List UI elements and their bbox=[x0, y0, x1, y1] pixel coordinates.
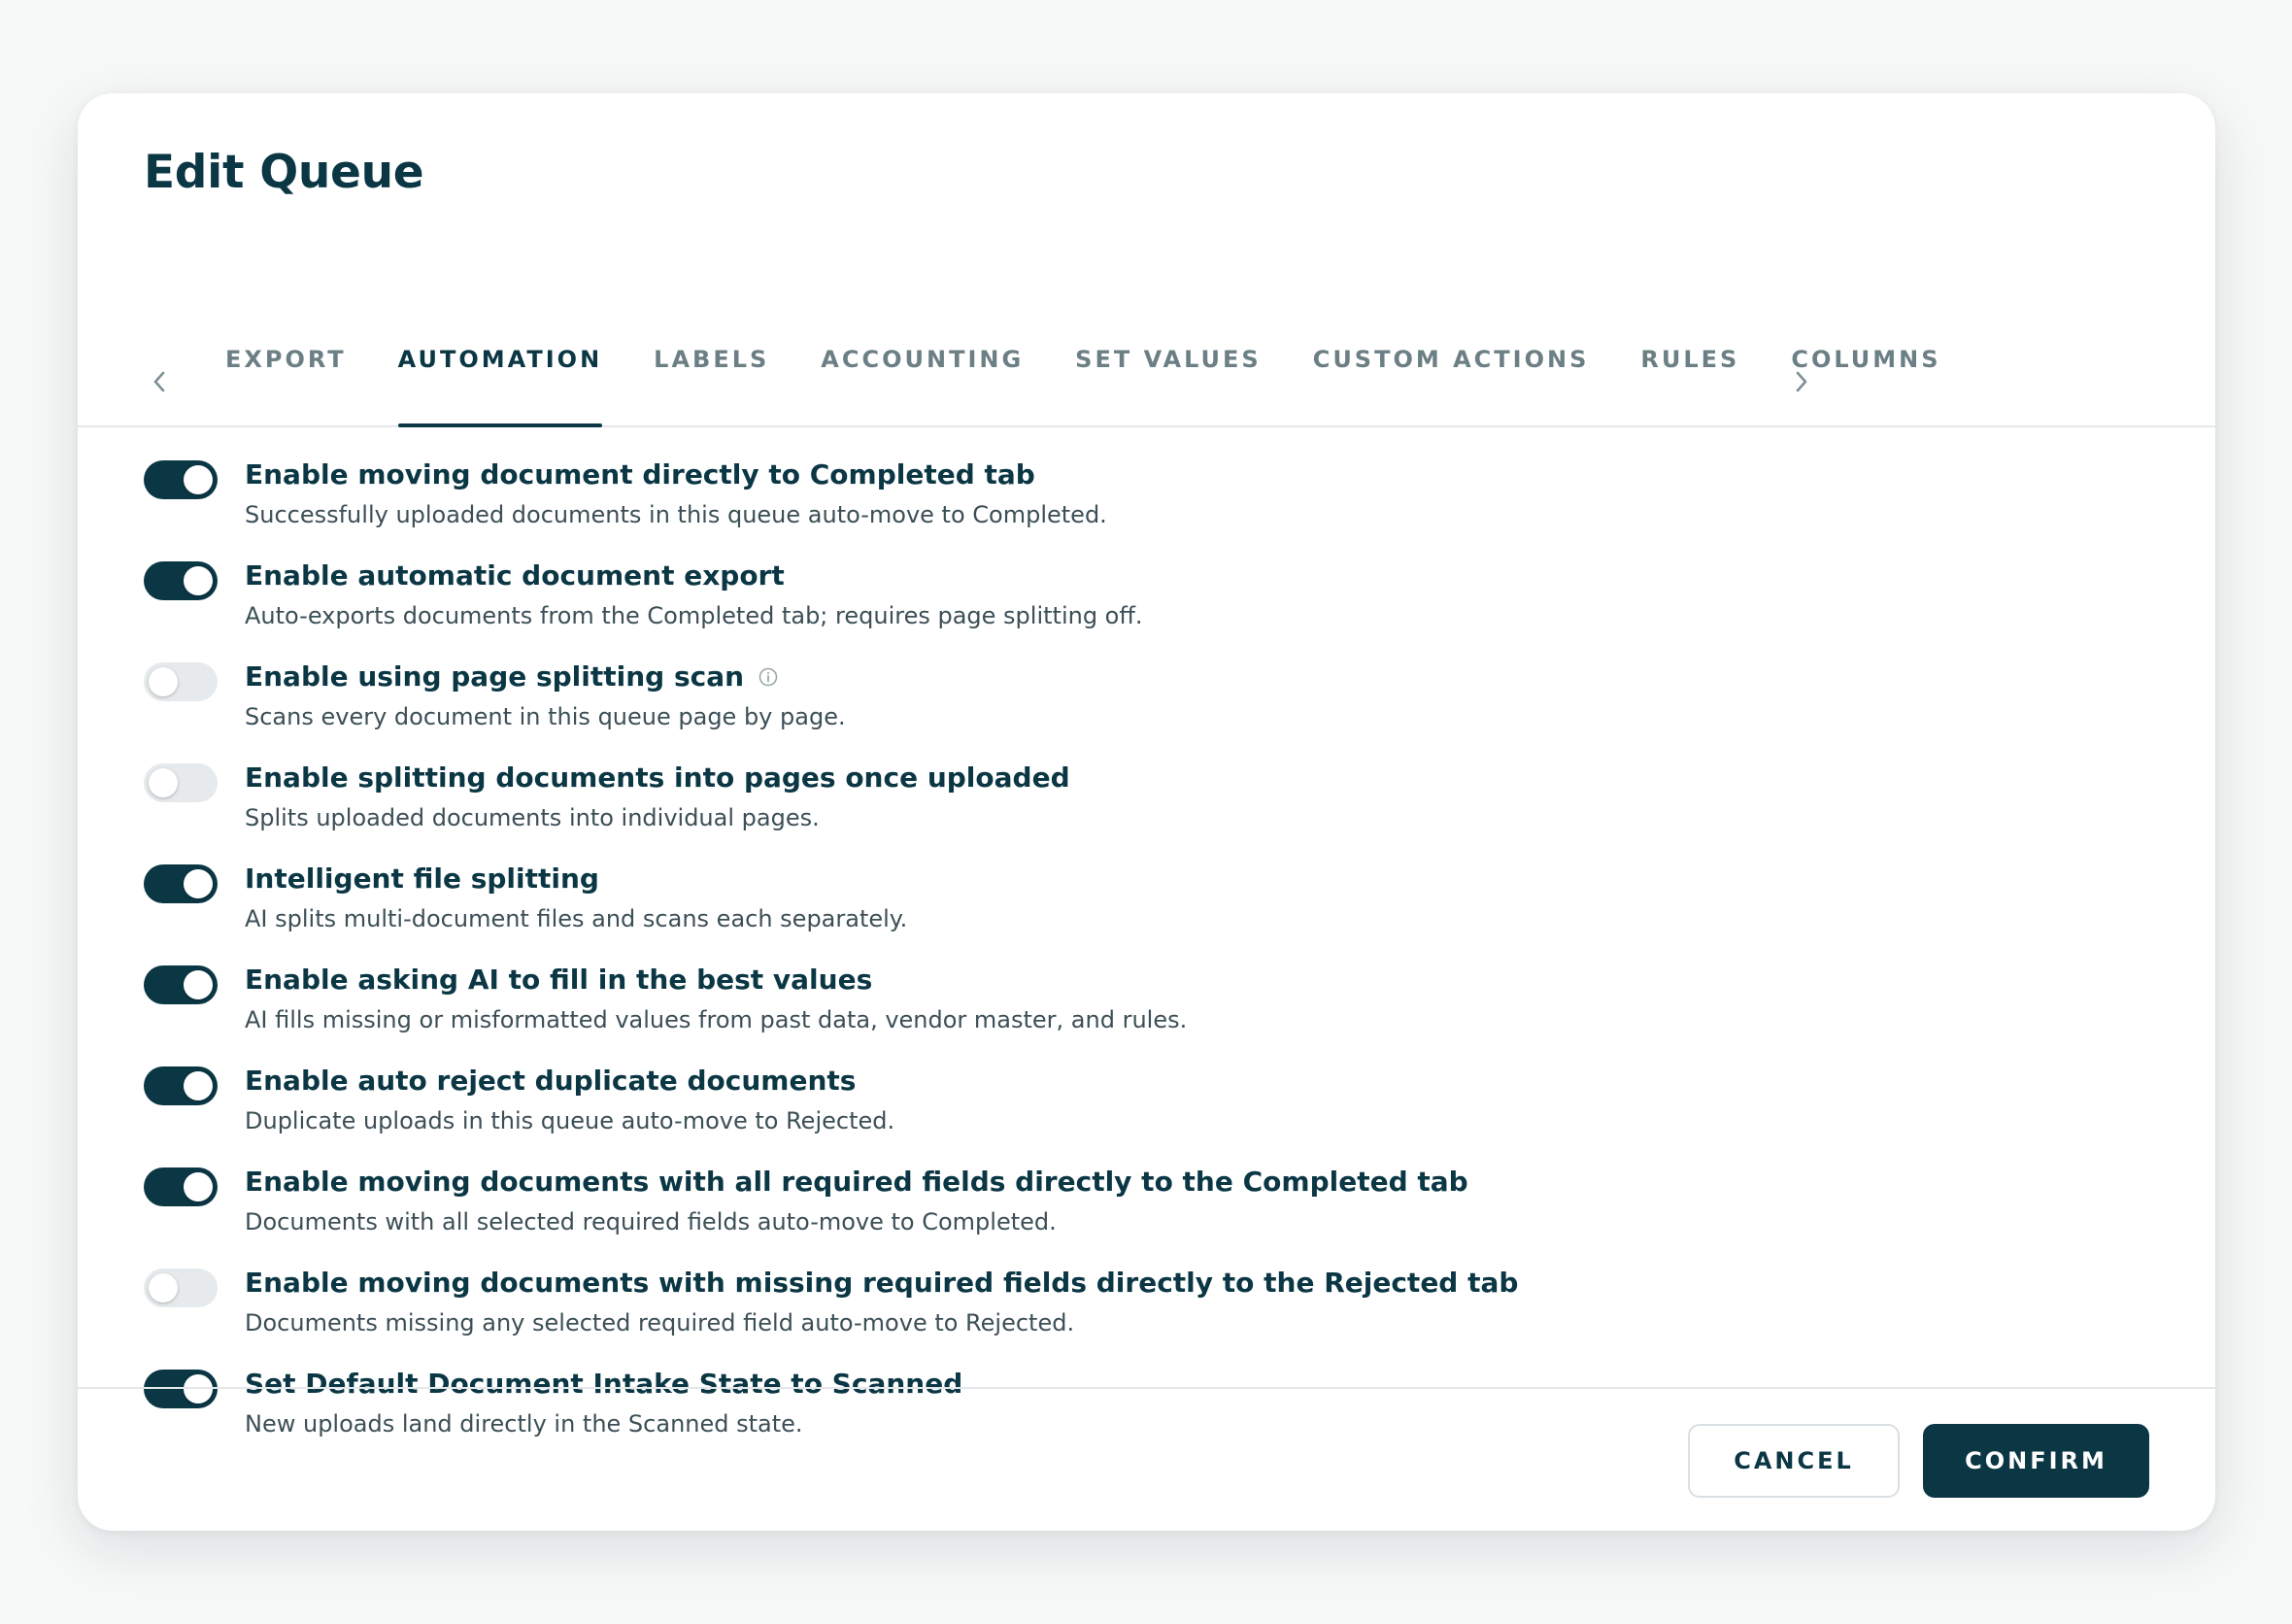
tab-accounting[interactable]: ACCOUNTING bbox=[821, 264, 1024, 425]
setting-toggle[interactable] bbox=[144, 1066, 218, 1105]
setting-title: Enable auto reject duplicate documents bbox=[245, 1065, 856, 1097]
dialog-title: Edit Queue bbox=[144, 146, 424, 199]
setting-title-text: Enable automatic document export bbox=[245, 559, 785, 592]
toggle-knob bbox=[184, 970, 213, 999]
toggle-knob bbox=[149, 768, 178, 797]
setting-description: AI fills missing or misformatted values … bbox=[245, 1006, 1188, 1033]
setting-title-text: Enable using page splitting scan bbox=[245, 660, 745, 693]
setting-title: Enable splitting documents into pages on… bbox=[245, 761, 1070, 794]
setting-row: Enable moving document directly to Compl… bbox=[144, 455, 1989, 556]
setting-description: Documents missing any selected required … bbox=[245, 1309, 1075, 1336]
setting-description: Documents with all selected required fie… bbox=[245, 1208, 1057, 1235]
toggle-knob bbox=[149, 667, 178, 696]
setting-row: Enable moving documents with missing req… bbox=[144, 1263, 1989, 1364]
setting-title-text: Enable moving documents with missing req… bbox=[245, 1267, 1519, 1299]
chevron-right-icon[interactable] bbox=[1787, 367, 1816, 396]
tab-set-values[interactable]: SET VALUES bbox=[1075, 264, 1262, 425]
setting-row: Enable splitting documents into pages on… bbox=[144, 758, 1989, 859]
setting-title: Enable moving documents with missing req… bbox=[245, 1267, 1518, 1299]
toggle-knob bbox=[149, 1273, 178, 1303]
toggle-knob bbox=[184, 1071, 213, 1100]
automation-settings-list: Enable moving document directly to Compl… bbox=[144, 455, 1989, 1465]
tab-bar: EXPORT AUTOMATION LABELS ACCOUNTING SET VALU… bbox=[78, 264, 2215, 427]
setting-title: Enable moving document directly to Compl… bbox=[245, 458, 1035, 491]
setting-title-text: Enable asking AI to fill in the best val… bbox=[245, 964, 873, 996]
setting-description: Duplicate uploads in this queue auto-mov… bbox=[245, 1107, 895, 1134]
setting-title: Enable automatic document export bbox=[245, 559, 785, 592]
setting-row: Enable using page splitting scan Scans ev… bbox=[144, 657, 1989, 758]
setting-toggle[interactable] bbox=[144, 1269, 218, 1307]
tab-labels[interactable]: LABELS bbox=[654, 264, 769, 425]
info-icon[interactable] bbox=[758, 666, 779, 688]
setting-title: Enable asking AI to fill in the best val… bbox=[245, 964, 872, 996]
toggle-knob bbox=[184, 1172, 213, 1201]
setting-toggle[interactable] bbox=[144, 1167, 218, 1206]
setting-title: Intelligent file splitting bbox=[245, 863, 599, 895]
tab-automation[interactable]: AUTOMATION bbox=[397, 264, 603, 427]
tab-list: EXPORT AUTOMATION LABELS ACCOUNTING SET VALU… bbox=[225, 264, 1993, 427]
setting-description: Auto-exports documents from the Complete… bbox=[245, 602, 1143, 629]
edit-queue-dialog: Edit Queue EXPORT AUTOMATION LABELS ACCOUNT… bbox=[78, 93, 2215, 1531]
setting-description: Splits uploaded documents into individua… bbox=[245, 804, 820, 831]
toggle-knob bbox=[184, 566, 213, 595]
setting-row: Intelligent file splitting AI splits mult… bbox=[144, 859, 1989, 960]
setting-title: Enable moving documents with all require… bbox=[245, 1166, 1468, 1198]
setting-description: AI splits multi-document files and scans… bbox=[245, 905, 908, 932]
tab-custom-actions[interactable]: CUSTOM ACTIONS bbox=[1313, 264, 1590, 425]
setting-toggle[interactable] bbox=[144, 763, 218, 802]
setting-toggle[interactable] bbox=[144, 864, 218, 903]
setting-toggle[interactable] bbox=[144, 561, 218, 600]
setting-row: Enable moving documents with all require… bbox=[144, 1162, 1989, 1263]
setting-title-text: Enable auto reject duplicate documents bbox=[245, 1065, 857, 1097]
setting-description: Scans every document in this queue page … bbox=[245, 703, 846, 730]
setting-title-text: Enable splitting documents into pages on… bbox=[245, 761, 1070, 794]
toggle-knob bbox=[184, 869, 213, 898]
chevron-left-icon[interactable] bbox=[145, 367, 174, 396]
setting-row: Enable asking AI to fill in the best val… bbox=[144, 960, 1989, 1061]
setting-toggle[interactable] bbox=[144, 662, 218, 701]
setting-title-text: Intelligent file splitting bbox=[245, 863, 599, 895]
setting-description: Successfully uploaded documents in this … bbox=[245, 501, 1107, 528]
setting-title-text: Enable moving documents with all require… bbox=[245, 1166, 1468, 1198]
setting-row: Enable automatic document export Auto-exp… bbox=[144, 556, 1989, 657]
dialog-footer: CANCEL CONFIRM bbox=[78, 1387, 2215, 1531]
cancel-button[interactable]: CANCEL bbox=[1688, 1424, 1900, 1498]
tab-export[interactable]: EXPORT bbox=[225, 264, 347, 425]
setting-toggle[interactable] bbox=[144, 460, 218, 499]
setting-toggle[interactable] bbox=[144, 965, 218, 1004]
setting-title: Enable using page splitting scan bbox=[245, 660, 779, 693]
toggle-knob bbox=[184, 465, 213, 494]
setting-row: Enable auto reject duplicate documents Du… bbox=[144, 1061, 1989, 1162]
tab-rules[interactable]: RULES bbox=[1640, 264, 1739, 425]
tab-columns[interactable]: COLUMNS bbox=[1791, 264, 1940, 425]
confirm-button[interactable]: CONFIRM bbox=[1923, 1424, 2149, 1498]
setting-title-text: Enable moving document directly to Compl… bbox=[245, 458, 1035, 491]
